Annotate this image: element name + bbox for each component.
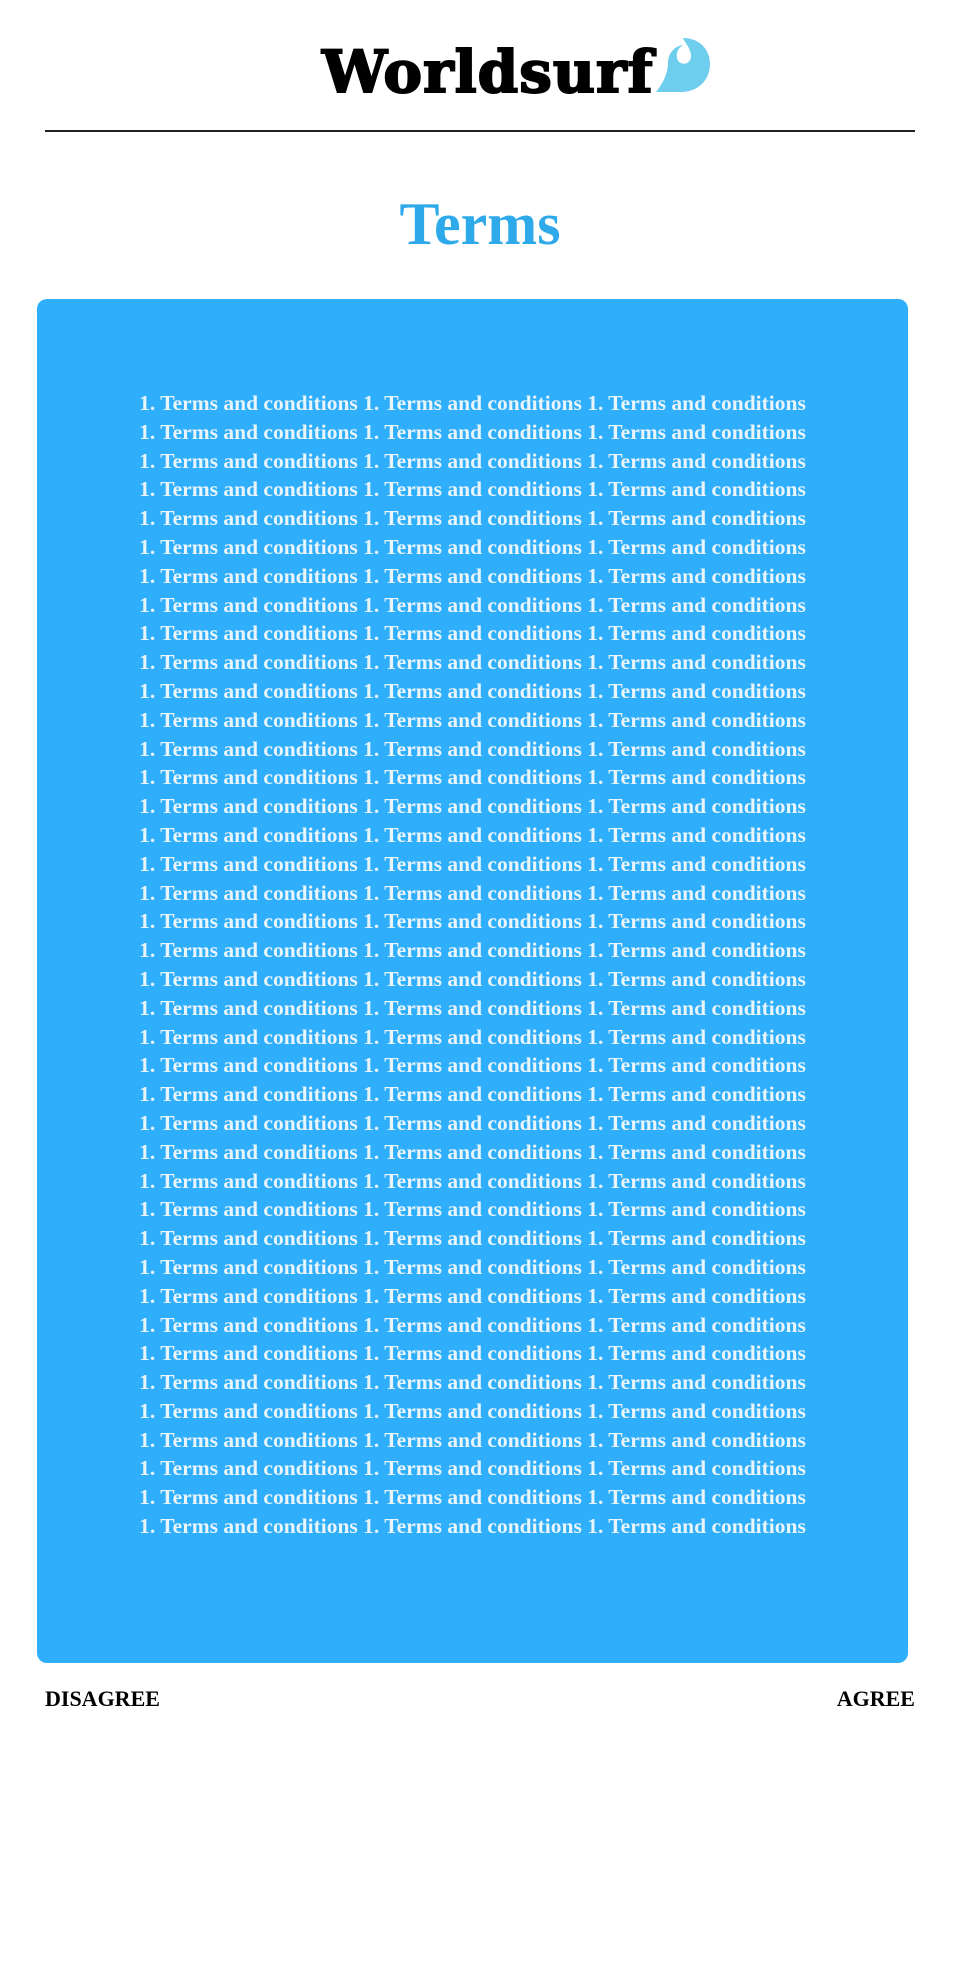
terms-line: 1. Terms and conditions 1. Terms and con… — [139, 966, 806, 991]
terms-line: 1. Terms and conditions 1. Terms and con… — [139, 1398, 806, 1423]
terms-line: 1. Terms and conditions 1. Terms and con… — [139, 1024, 806, 1049]
terms-line: 1. Terms and conditions 1. Terms and con… — [139, 1485, 806, 1510]
terms-line: 1. Terms and conditions 1. Terms and con… — [139, 880, 806, 905]
terms-line: 1. Terms and conditions 1. Terms and con… — [139, 736, 806, 761]
terms-line: 1. Terms and conditions 1. Terms and con… — [139, 477, 806, 502]
terms-line: 1. Terms and conditions 1. Terms and con… — [139, 1139, 806, 1164]
terms-line: 1. Terms and conditions 1. Terms and con… — [139, 1254, 806, 1279]
terms-text: 1. Terms and conditions 1. Terms and con… — [37, 389, 908, 1541]
disagree-button[interactable]: DISAGREE — [45, 1682, 160, 1716]
terms-line: 1. Terms and conditions 1. Terms and con… — [139, 391, 806, 415]
terms-line: 1. Terms and conditions 1. Terms and con… — [139, 1226, 806, 1251]
terms-line: 1. Terms and conditions 1. Terms and con… — [139, 938, 806, 963]
terms-line: 1. Terms and conditions 1. Terms and con… — [139, 822, 806, 847]
terms-line: 1. Terms and conditions 1. Terms and con… — [139, 1370, 806, 1395]
terms-line: 1. Terms and conditions 1. Terms and con… — [139, 419, 806, 444]
terms-line: 1. Terms and conditions 1. Terms and con… — [139, 794, 806, 819]
page-title: Terms — [399, 191, 561, 258]
terms-line: 1. Terms and conditions 1. Terms and con… — [139, 707, 806, 732]
brand-name: Worldsurf — [321, 37, 654, 107]
terms-line: 1. Terms and conditions 1. Terms and con… — [139, 534, 806, 559]
terms-line: 1. Terms and conditions 1. Terms and con… — [139, 1110, 806, 1135]
terms-line: 1. Terms and conditions 1. Terms and con… — [139, 1312, 806, 1337]
terms-line: 1. Terms and conditions 1. Terms and con… — [139, 1053, 806, 1078]
terms-panel[interactable]: 1. Terms and conditions 1. Terms and con… — [37, 299, 908, 1663]
header-divider — [45, 130, 915, 132]
terms-line: 1. Terms and conditions 1. Terms and con… — [139, 592, 806, 617]
terms-line: 1. Terms and conditions 1. Terms and con… — [139, 1283, 806, 1308]
terms-line: 1. Terms and conditions 1. Terms and con… — [139, 995, 806, 1020]
terms-line: 1. Terms and conditions 1. Terms and con… — [139, 1082, 806, 1107]
terms-line: 1. Terms and conditions 1. Terms and con… — [139, 1514, 806, 1539]
terms-line: 1. Terms and conditions 1. Terms and con… — [139, 1168, 806, 1193]
wave-icon — [656, 38, 710, 92]
terms-line: 1. Terms and conditions 1. Terms and con… — [139, 506, 806, 531]
terms-line: 1. Terms and conditions 1. Terms and con… — [139, 1341, 806, 1366]
terms-line: 1. Terms and conditions 1. Terms and con… — [139, 448, 806, 473]
terms-line: 1. Terms and conditions 1. Terms and con… — [139, 563, 806, 588]
terms-line: 1. Terms and conditions 1. Terms and con… — [139, 1427, 806, 1452]
terms-line: 1. Terms and conditions 1. Terms and con… — [139, 650, 806, 675]
agree-button[interactable]: AGREE — [837, 1682, 915, 1716]
terms-line: 1. Terms and conditions 1. Terms and con… — [139, 1456, 806, 1481]
terms-line: 1. Terms and conditions 1. Terms and con… — [139, 678, 806, 703]
terms-actions: DISAGREE AGREE — [45, 1682, 915, 1718]
terms-line: 1. Terms and conditions 1. Terms and con… — [139, 765, 806, 790]
terms-line: 1. Terms and conditions 1. Terms and con… — [139, 621, 806, 646]
page-header: Worldsurf — [0, 0, 960, 132]
terms-line: 1. Terms and conditions 1. Terms and con… — [139, 851, 806, 876]
terms-line: 1. Terms and conditions 1. Terms and con… — [139, 909, 806, 934]
terms-line: 1. Terms and conditions 1. Terms and con… — [139, 1197, 806, 1222]
